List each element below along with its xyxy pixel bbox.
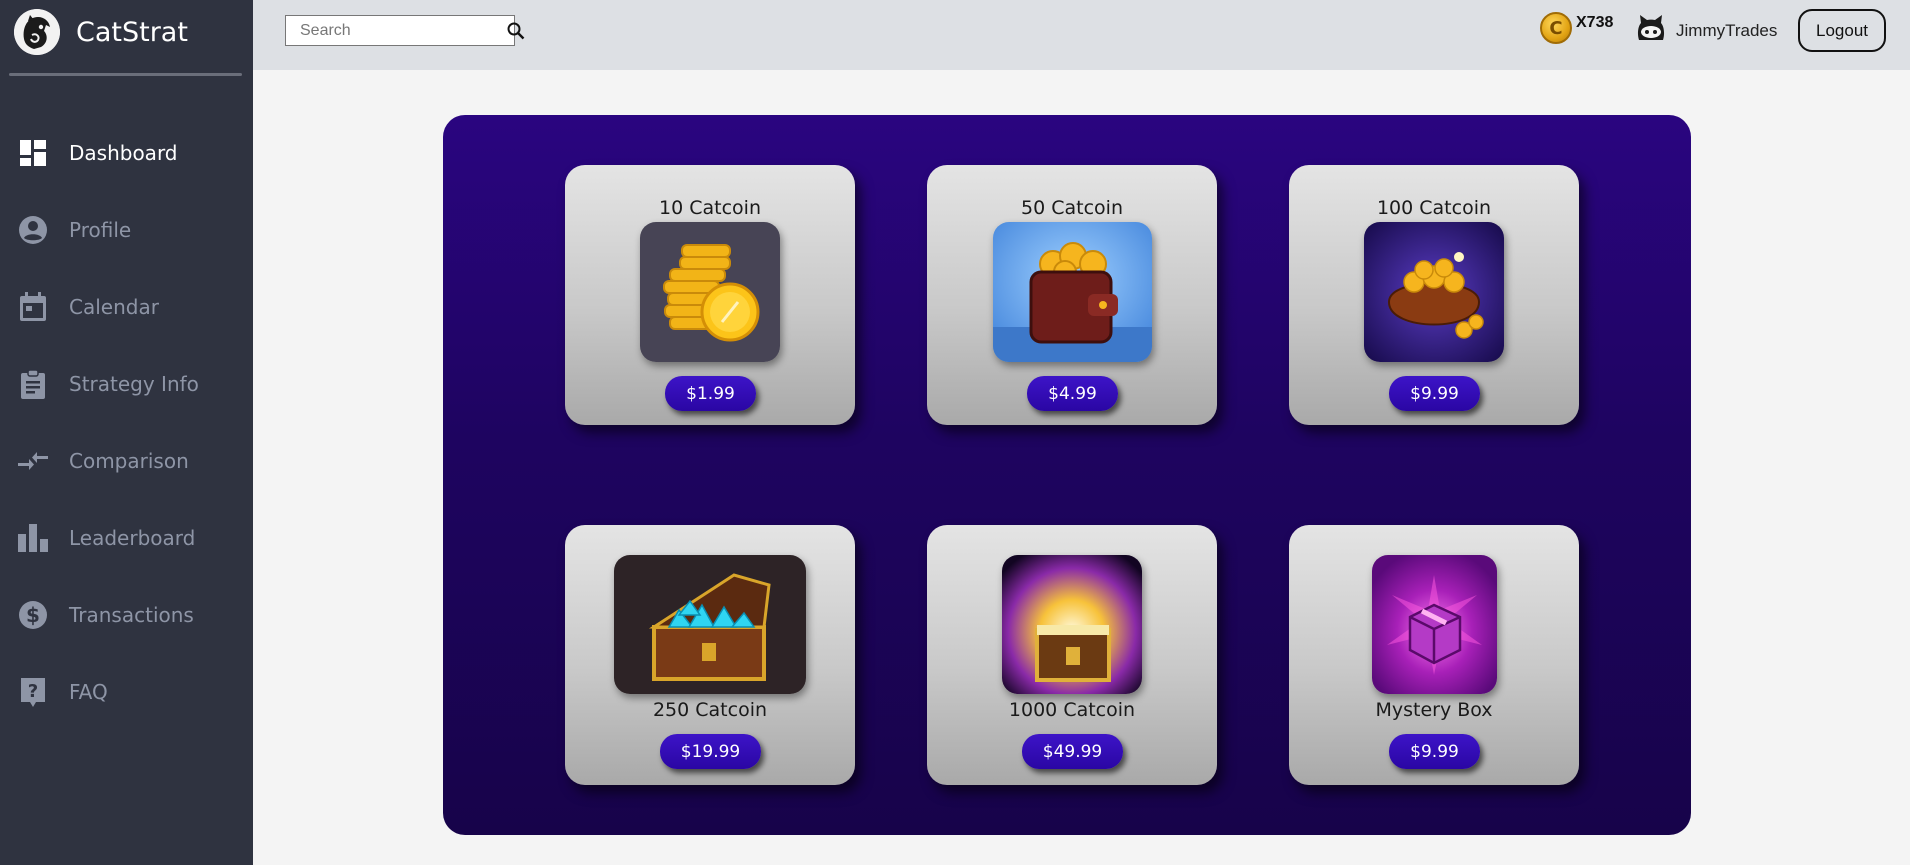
sidebar-item-calendar[interactable]: Calendar <box>0 268 253 345</box>
dollar-circle-icon: $ <box>18 600 48 630</box>
store-item-card: 100 Catcoin $9.99 <box>1289 165 1579 425</box>
buy-button[interactable]: $19.99 <box>660 734 761 769</box>
search-icon[interactable] <box>507 17 525 45</box>
catcoin-icon: C <box>1540 12 1572 44</box>
sidebar-item-label: Comparison <box>69 448 189 473</box>
glowing-chest-image <box>1002 555 1142 694</box>
profile-icon <box>18 215 48 245</box>
compare-arrows-icon <box>18 446 48 476</box>
store-item-card: 10 Catcoin $1.99 <box>565 165 855 425</box>
sidebar-item-label: FAQ <box>69 679 108 704</box>
sidebar-item-strategy-info[interactable]: Strategy Info <box>0 345 253 422</box>
logout-button[interactable]: Logout <box>1798 9 1886 52</box>
user-menu[interactable]: JimmyTrades <box>1636 14 1777 47</box>
sidebar-item-label: Transactions <box>69 602 194 627</box>
item-title: 50 Catcoin <box>1021 197 1123 219</box>
item-title: 1000 Catcoin <box>1008 699 1136 721</box>
store-item-card: 1000 Catcoin $49.99 <box>927 525 1217 785</box>
gem-chest-image <box>614 555 806 694</box>
sidebar-divider <box>9 73 242 76</box>
svg-text:?: ? <box>28 681 38 702</box>
sidebar-item-label: Strategy Info <box>69 371 199 396</box>
svg-text:$: $ <box>26 603 40 627</box>
topbar: C X738 JimmyTrades Logout <box>253 0 1910 70</box>
buy-button[interactable]: $49.99 <box>1022 734 1123 769</box>
sidebar-item-label: Leaderboard <box>69 525 196 550</box>
coin-balance: C X738 <box>1540 12 1613 44</box>
buy-button[interactable]: $9.99 <box>1389 376 1480 411</box>
coin-count: X738 <box>1576 14 1614 31</box>
buy-button[interactable]: $1.99 <box>665 376 756 411</box>
coin-wallet-image <box>993 222 1152 362</box>
mystery-box-image <box>1372 555 1497 694</box>
item-title: 250 Catcoin <box>652 699 768 721</box>
sidebar-item-comparison[interactable]: Comparison <box>0 422 253 499</box>
app-name: CatStrat <box>76 16 188 48</box>
coin-sack-image <box>1364 222 1504 362</box>
store-item-card: 250 Catcoin $19.99 <box>565 525 855 785</box>
sidebar: CatStrat Dashboard Profile Calendar Stra… <box>0 0 253 865</box>
search-box <box>285 15 525 46</box>
brand[interactable]: CatStrat <box>14 9 188 55</box>
store-item-card: Mystery Box $9.99 <box>1289 525 1579 785</box>
clipboard-icon <box>18 368 48 399</box>
buy-button[interactable]: $4.99 <box>1027 376 1118 411</box>
cat-logo-icon <box>14 9 60 55</box>
sidebar-item-transactions[interactable]: $ Transactions <box>0 576 253 653</box>
search-input[interactable] <box>286 16 507 45</box>
buy-button[interactable]: $9.99 <box>1389 734 1480 769</box>
sidebar-nav: Dashboard Profile Calendar Strategy Info… <box>0 114 253 730</box>
bar-chart-icon <box>18 523 48 553</box>
sidebar-item-label: Calendar <box>69 294 159 319</box>
sidebar-item-faq[interactable]: ? FAQ <box>0 653 253 730</box>
item-title: Mystery Box <box>1375 699 1493 721</box>
username: JimmyTrades <box>1676 20 1778 40</box>
sidebar-item-label: Dashboard <box>69 140 178 165</box>
calendar-icon <box>18 291 48 322</box>
sidebar-item-profile[interactable]: Profile <box>0 191 253 268</box>
coin-stack-image <box>640 222 780 362</box>
sidebar-item-label: Profile <box>69 217 132 242</box>
sidebar-item-dashboard[interactable]: Dashboard <box>0 114 253 191</box>
dashboard-icon <box>18 138 48 168</box>
store-panel: 10 Catcoin $1.99 50 Catcoin $4.99 100 Ca… <box>443 115 1691 835</box>
store-item-card: 50 Catcoin $4.99 <box>927 165 1217 425</box>
help-icon: ? <box>18 677 48 707</box>
github-cat-icon <box>1636 14 1666 47</box>
item-title: 10 Catcoin <box>659 197 761 219</box>
sidebar-item-leaderboard[interactable]: Leaderboard <box>0 499 253 576</box>
item-title: 100 Catcoin <box>1376 197 1492 219</box>
